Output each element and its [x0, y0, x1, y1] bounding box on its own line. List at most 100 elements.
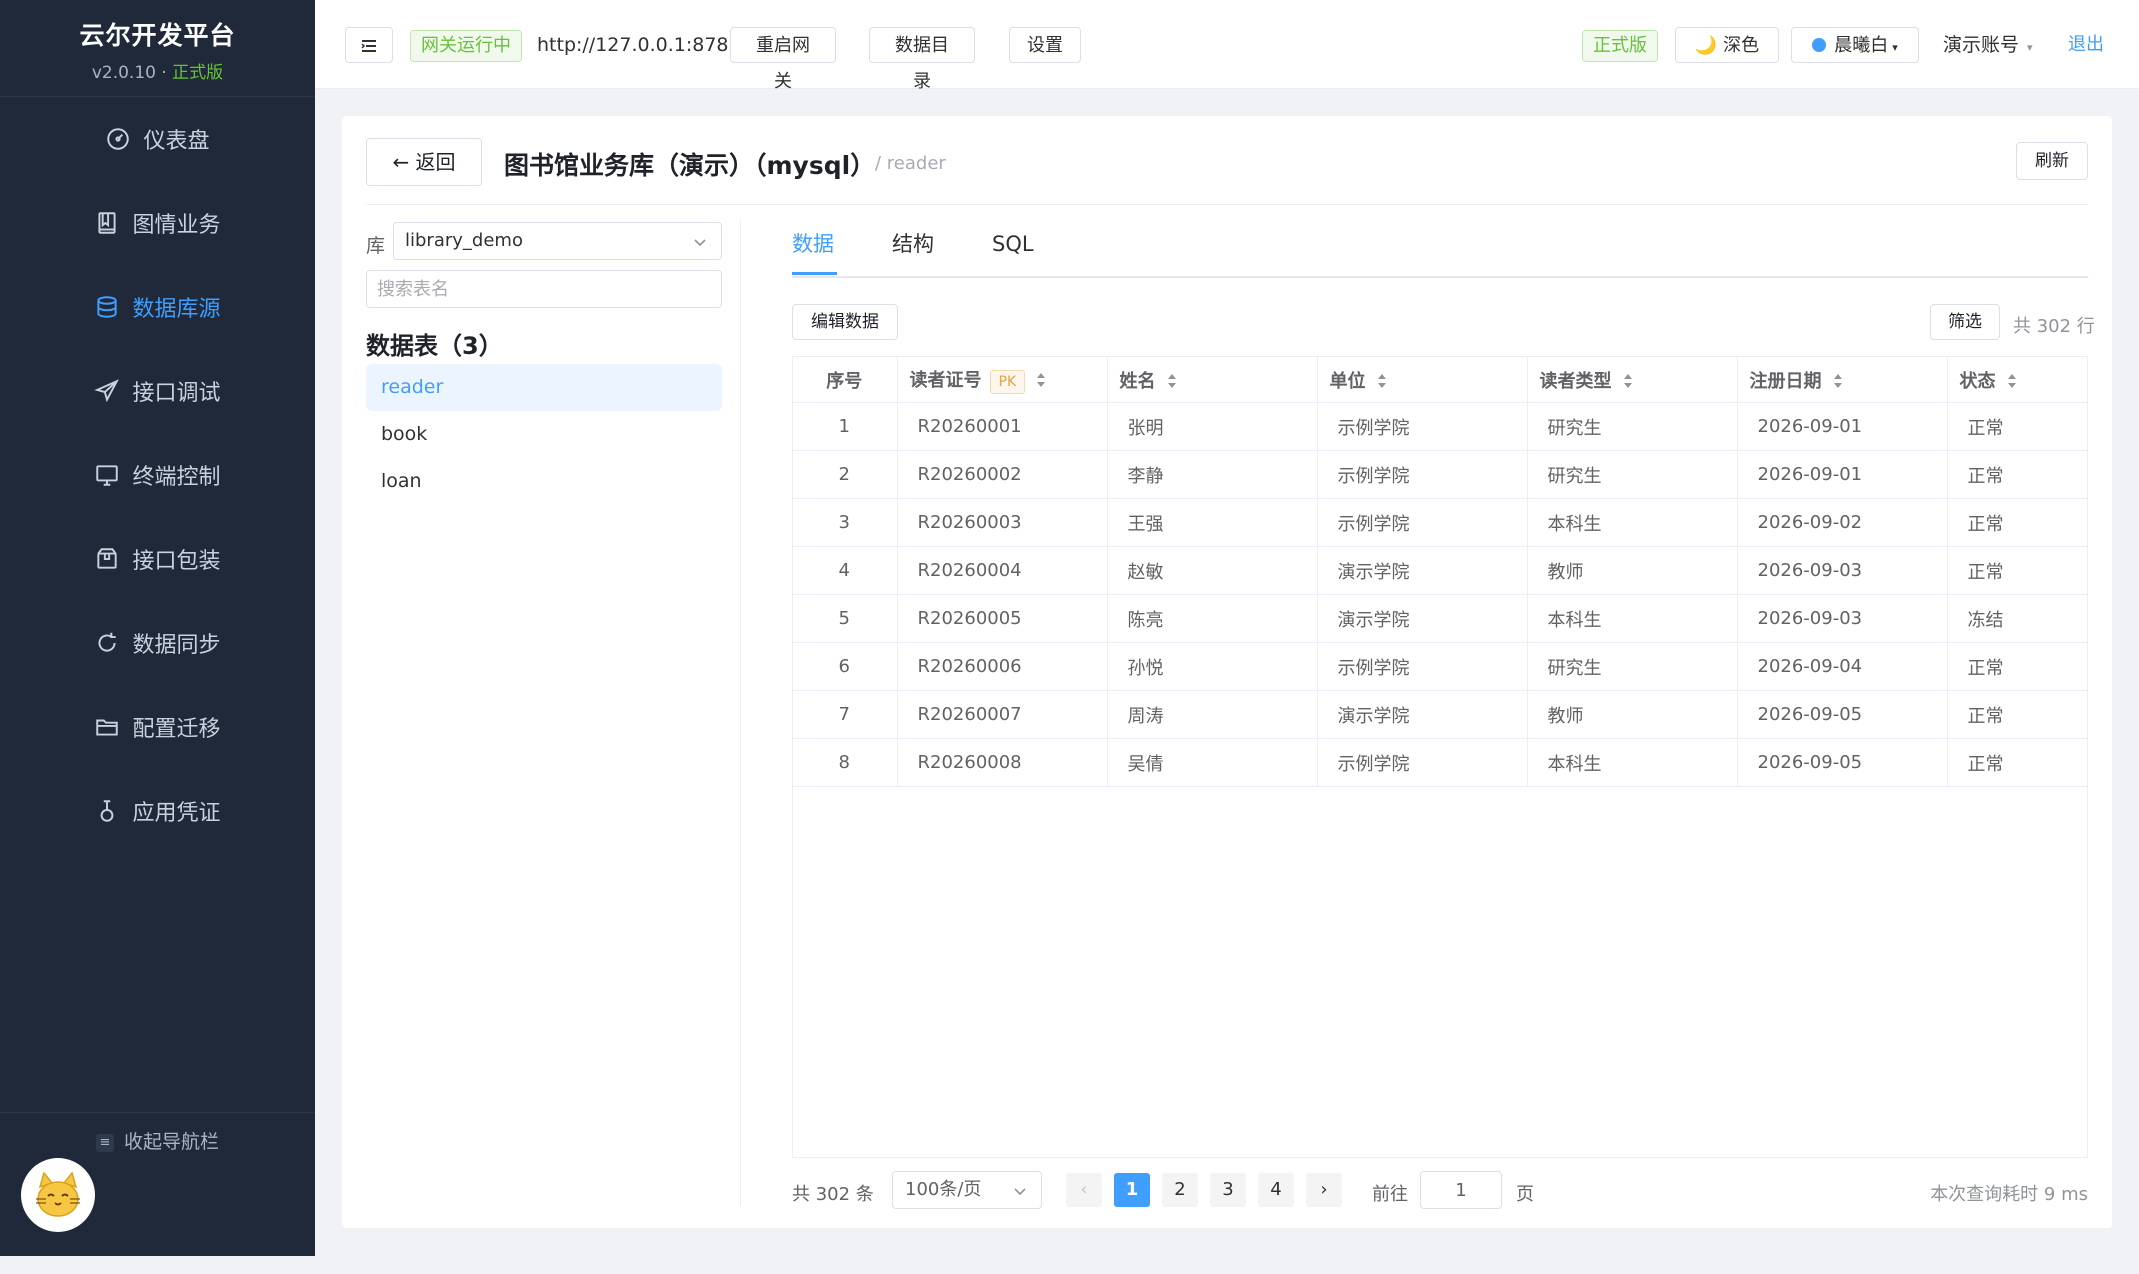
tab-data[interactable]: 数据	[792, 226, 834, 276]
table-cell[interactable]: 张明	[1107, 402, 1318, 451]
table-cell[interactable]: 正常	[1947, 498, 2088, 547]
column-header[interactable]: 状态	[1947, 357, 2088, 403]
column-header[interactable]: 单位	[1317, 357, 1528, 403]
table-cell[interactable]: 周涛	[1107, 690, 1318, 739]
table-cell[interactable]: 5	[793, 594, 898, 643]
table-cell[interactable]: 本科生	[1527, 594, 1738, 643]
table-cell[interactable]: 李静	[1107, 450, 1318, 499]
sidebar-item-database[interactable]: 数据库源	[0, 265, 315, 349]
logout-link[interactable]: 退出	[2068, 27, 2104, 63]
table-cell[interactable]: R20260004	[897, 546, 1108, 595]
column-header[interactable]: 注册日期	[1737, 357, 1948, 403]
table-item-reader[interactable]: reader	[366, 364, 722, 411]
table-cell[interactable]: 2026-09-02	[1737, 498, 1948, 547]
table-cell[interactable]: R20260001	[897, 402, 1108, 451]
back-button[interactable]: ← 返回	[366, 138, 482, 186]
table-cell[interactable]: 演示学院	[1317, 594, 1528, 643]
table-row[interactable]: 4 R20260004 赵敏 演示学院 教师 2026-09-03 正常	[793, 546, 2088, 595]
tab-sql[interactable]: SQL	[992, 226, 1034, 276]
table-cell[interactable]: R20260002	[897, 450, 1108, 499]
column-header[interactable]: 读者类型	[1527, 357, 1738, 403]
restart-gateway-button[interactable]: 重启网关	[730, 27, 836, 92]
sidebar-item-dashboard[interactable]: 仪表盘	[0, 97, 315, 181]
table-cell[interactable]: 示例学院	[1317, 402, 1528, 451]
table-row[interactable]: 3 R20260003 王强 示例学院 本科生 2026-09-02 正常	[793, 498, 2088, 547]
table-cell[interactable]: 2	[793, 450, 898, 499]
table-cell[interactable]: 教师	[1527, 690, 1738, 739]
table-cell[interactable]: 赵敏	[1107, 546, 1318, 595]
edit-data-button[interactable]: 编辑数据	[792, 304, 898, 340]
table-cell[interactable]: R20260006	[897, 642, 1108, 691]
table-cell[interactable]: 示例学院	[1317, 642, 1528, 691]
table-cell[interactable]: 陈亮	[1107, 594, 1318, 643]
table-cell[interactable]: 演示学院	[1317, 690, 1528, 739]
database-select[interactable]: library_demo	[393, 222, 722, 260]
column-header[interactable]: 读者证号 PK	[897, 357, 1108, 403]
table-cell[interactable]: 正常	[1947, 402, 2088, 451]
table-cell[interactable]: 研究生	[1527, 402, 1738, 451]
table-cell[interactable]: 2026-09-01	[1737, 402, 1948, 451]
table-row[interactable]: 8 R20260008 吴倩 示例学院 本科生 2026-09-05 正常	[793, 738, 2088, 787]
goto-page-input[interactable]	[1420, 1171, 1502, 1209]
table-cell[interactable]: R20260007	[897, 690, 1108, 739]
table-cell[interactable]: 6	[793, 642, 898, 691]
table-cell[interactable]: 正常	[1947, 738, 2088, 787]
table-cell[interactable]: 王强	[1107, 498, 1318, 547]
sort-icon[interactable]	[1622, 372, 1634, 390]
sort-icon[interactable]	[1832, 372, 1844, 390]
sort-icon[interactable]	[1166, 372, 1178, 390]
table-cell[interactable]: 吴倩	[1107, 738, 1318, 787]
theme-select[interactable]: 晨曦白 ▾	[1791, 27, 1919, 63]
table-cell[interactable]: 2026-09-04	[1737, 642, 1948, 691]
sidebar-item-terminal[interactable]: 终端控制	[0, 433, 315, 517]
page-4-button[interactable]: 4	[1258, 1173, 1294, 1207]
sidebar-item-library-business[interactable]: 图情业务	[0, 181, 315, 265]
sidebar-item-data-sync[interactable]: 数据同步	[0, 601, 315, 685]
table-cell[interactable]: 研究生	[1527, 450, 1738, 499]
table-cell[interactable]: 8	[793, 738, 898, 787]
sort-icon[interactable]	[2006, 372, 2018, 390]
toggle-menu-button[interactable]	[345, 27, 393, 63]
table-item-book[interactable]: book	[366, 411, 722, 458]
table-cell[interactable]: 示例学院	[1317, 738, 1528, 787]
table-cell[interactable]: 研究生	[1527, 642, 1738, 691]
column-header[interactable]: 姓名	[1107, 357, 1318, 403]
sidebar-item-api-package[interactable]: 接口包装	[0, 517, 315, 601]
table-search-input[interactable]	[366, 270, 722, 308]
table-item-loan[interactable]: loan	[366, 458, 722, 505]
next-page-button[interactable]: ›	[1306, 1173, 1342, 1207]
table-cell[interactable]: 本科生	[1527, 738, 1738, 787]
refresh-button[interactable]: 刷新	[2016, 142, 2088, 180]
data-directory-button[interactable]: 数据目录	[869, 27, 975, 92]
prev-page-button[interactable]: ‹	[1066, 1173, 1102, 1207]
sort-icon[interactable]	[1035, 371, 1047, 389]
settings-button[interactable]: 设置	[1009, 27, 1081, 63]
sidebar-item-api-debug[interactable]: 接口调试	[0, 349, 315, 433]
table-cell[interactable]: 正常	[1947, 450, 2088, 499]
avatar[interactable]	[21, 1158, 95, 1232]
table-cell[interactable]: 正常	[1947, 642, 2088, 691]
table-row[interactable]: 5 R20260005 陈亮 演示学院 本科生 2026-09-03 冻结	[793, 594, 2088, 643]
page-1-button[interactable]: 1	[1114, 1173, 1150, 1207]
table-cell[interactable]: 正常	[1947, 690, 2088, 739]
table-cell[interactable]: 示例学院	[1317, 498, 1528, 547]
tab-structure[interactable]: 结构	[892, 226, 934, 276]
table-cell[interactable]: 正常	[1947, 546, 2088, 595]
filter-button[interactable]: 筛选	[1930, 304, 2000, 340]
sort-icon[interactable]	[1376, 372, 1388, 390]
page-2-button[interactable]: 2	[1162, 1173, 1198, 1207]
page-size-select[interactable]: 100条/页	[892, 1171, 1042, 1209]
table-cell[interactable]: 2026-09-01	[1737, 450, 1948, 499]
table-cell[interactable]: 本科生	[1527, 498, 1738, 547]
table-cell[interactable]: 7	[793, 690, 898, 739]
table-cell[interactable]: 2026-09-05	[1737, 690, 1948, 739]
table-cell[interactable]: R20260005	[897, 594, 1108, 643]
table-cell[interactable]: 演示学院	[1317, 546, 1528, 595]
table-cell[interactable]: 冻结	[1947, 594, 2088, 643]
table-cell[interactable]: 2026-09-03	[1737, 546, 1948, 595]
account-menu[interactable]: 演示账号 ▾	[1943, 27, 2033, 63]
table-row[interactable]: 6 R20260006 孙悦 示例学院 研究生 2026-09-04 正常	[793, 642, 2088, 691]
table-cell[interactable]: 示例学院	[1317, 450, 1528, 499]
dark-mode-button[interactable]: 🌙 深色	[1675, 27, 1779, 63]
table-cell[interactable]: 孙悦	[1107, 642, 1318, 691]
